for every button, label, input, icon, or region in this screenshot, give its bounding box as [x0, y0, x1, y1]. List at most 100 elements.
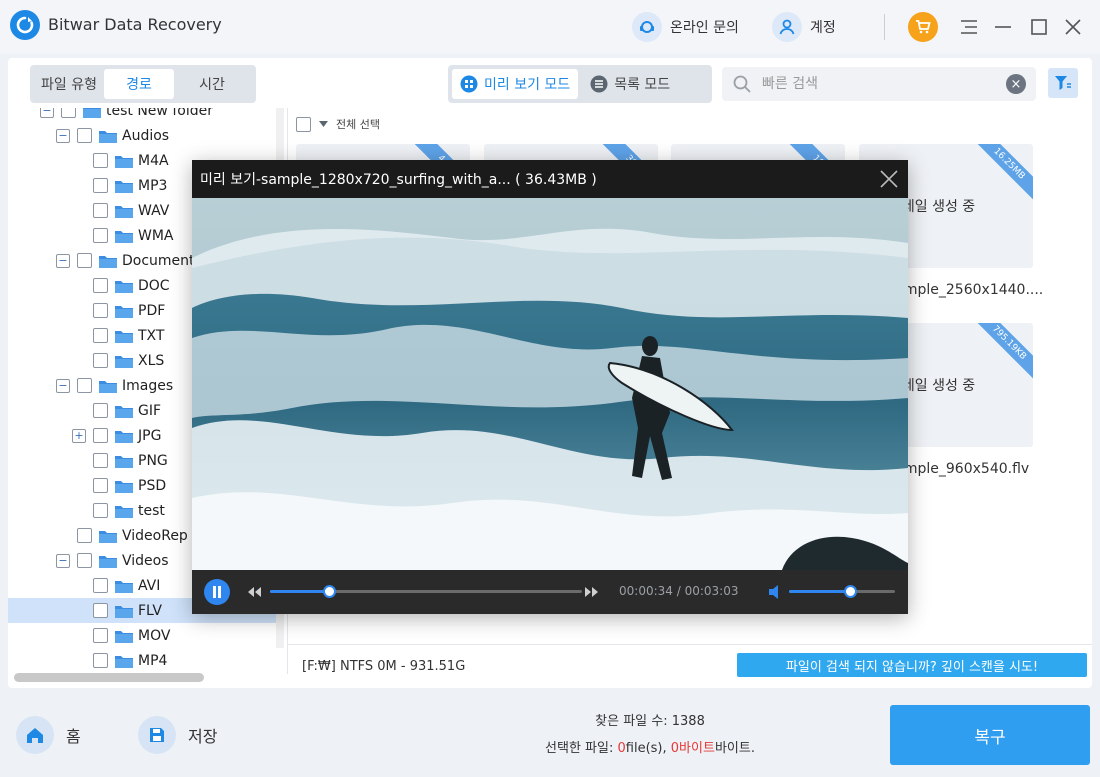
tree-checkbox[interactable]	[93, 628, 108, 643]
tree-checkbox[interactable]	[93, 503, 108, 518]
status-bar: [F:₩] NTFS 0M - 931.51G 파일이 검색 되지 않습니까? …	[288, 644, 1092, 688]
tree-item[interactable]: MOV	[8, 623, 278, 648]
expand-icon[interactable]: +	[72, 428, 86, 443]
volume-handle[interactable]	[844, 585, 858, 598]
tree-checkbox[interactable]	[93, 203, 108, 218]
tab-path[interactable]: 경로	[104, 69, 174, 99]
tree-checkbox[interactable]	[93, 178, 108, 193]
size-ribbon: 16.25MB	[967, 144, 1033, 206]
view-mode-toggle: 미리 보기 모드 목록 모드	[448, 65, 712, 103]
file-name: sample_2560x1440....	[888, 282, 1044, 298]
cart-icon[interactable]	[908, 12, 938, 42]
online-inquiry-label: 온라인 문의	[670, 20, 739, 36]
headset-icon	[632, 12, 662, 42]
folder-icon	[115, 305, 133, 318]
folder-icon	[115, 180, 133, 193]
tree-item-label: MP4	[138, 652, 168, 669]
tree-item-label: PNG	[138, 452, 168, 469]
tree-checkbox[interactable]	[77, 253, 92, 268]
tree-checkbox[interactable]	[61, 108, 76, 118]
filter-icon[interactable]	[1048, 68, 1078, 98]
collapse-icon[interactable]: −	[40, 108, 54, 118]
folder-icon	[99, 555, 117, 568]
tree-checkbox[interactable]	[93, 303, 108, 318]
close-icon[interactable]	[1062, 14, 1084, 40]
recover-button[interactable]: 복구	[890, 705, 1090, 765]
selected-bytes: 0바이트	[670, 741, 715, 756]
tree-item-label: Images	[122, 377, 174, 394]
collapse-icon[interactable]: −	[56, 253, 70, 268]
online-inquiry-button[interactable]: 온라인 문의	[632, 12, 739, 42]
deep-scan-button[interactable]: 파일이 검색 되지 않습니까? 깊이 스캔을 시도!	[737, 653, 1087, 677]
collapse-icon[interactable]: −	[56, 128, 70, 143]
tree-item-label: FLV	[138, 602, 162, 619]
tree-item[interactable]: − Audios	[8, 123, 278, 148]
folder-icon	[115, 205, 133, 218]
tree-checkbox[interactable]	[93, 578, 108, 593]
volume-icon[interactable]	[768, 585, 784, 599]
tree-checkbox[interactable]	[77, 128, 92, 143]
tree-checkbox[interactable]	[77, 553, 92, 568]
folder-icon	[115, 630, 133, 643]
collapse-icon[interactable]: −	[56, 553, 70, 568]
account-button[interactable]: 계정	[772, 12, 836, 42]
tree-checkbox[interactable]	[93, 153, 108, 168]
list-mode-button[interactable]: 목록 모드	[582, 69, 678, 99]
tree-checkbox[interactable]	[93, 403, 108, 418]
select-all[interactable]: 전체 선택	[296, 116, 380, 132]
tree-item-label: WMA	[138, 227, 174, 244]
app-title: Bitwar Data Recovery	[48, 15, 222, 34]
tree-checkbox[interactable]	[93, 278, 108, 293]
seek-progress	[270, 590, 330, 593]
tree-checkbox[interactable]	[77, 378, 92, 393]
folder-icon	[99, 130, 117, 143]
preview-mode-button[interactable]: 미리 보기 모드	[452, 69, 579, 99]
video-frame[interactable]	[192, 198, 908, 570]
tree-item-label: AVI	[138, 577, 161, 594]
search-icon	[733, 75, 751, 93]
tree-item[interactable]: MP4	[8, 648, 278, 673]
footer: 홈 저장 찾은 파일 수: 1388 선택한 파일: 0file(s), 0바이…	[0, 690, 1100, 777]
pause-button[interactable]	[204, 579, 230, 605]
folder-icon	[83, 108, 101, 118]
clear-search-icon[interactable]: ×	[1006, 74, 1026, 94]
search-box: ×	[722, 67, 1036, 101]
close-preview-icon[interactable]	[878, 168, 900, 190]
preview-dialog: 미리 보기-sample_1280x720_surfing_with_a... …	[192, 160, 908, 614]
tree-item[interactable]: − test New folder	[8, 108, 278, 123]
tree-horizontal-scrollbar[interactable]	[14, 673, 204, 682]
folder-icon	[115, 230, 133, 243]
tree-checkbox[interactable]	[93, 228, 108, 243]
tree-checkbox[interactable]	[93, 328, 108, 343]
tree-item-label: Audios	[122, 127, 170, 144]
select-all-checkbox[interactable]	[296, 116, 311, 132]
volume-level	[789, 590, 851, 593]
fast-forward-icon[interactable]	[584, 585, 600, 599]
home-button[interactable]: 홈	[16, 716, 81, 754]
minimize-icon[interactable]	[992, 14, 1014, 40]
folder-icon	[115, 430, 133, 443]
tree-checkbox[interactable]	[93, 478, 108, 493]
tab-time[interactable]: 시간	[174, 69, 250, 99]
folder-icon	[115, 405, 133, 418]
folder-icon	[99, 530, 117, 543]
tree-checkbox[interactable]	[93, 453, 108, 468]
maximize-icon[interactable]	[1028, 14, 1050, 40]
rewind-icon[interactable]	[246, 585, 262, 599]
folder-icon	[115, 605, 133, 618]
tree-checkbox[interactable]	[93, 428, 108, 443]
search-input[interactable]	[762, 76, 996, 92]
collapse-icon[interactable]: −	[56, 378, 70, 393]
tab-file-type[interactable]: 파일 유형	[34, 69, 104, 99]
playback-time: 00:00:34 / 00:03:03	[619, 584, 739, 598]
account-label: 계정	[810, 20, 836, 36]
tree-checkbox[interactable]	[77, 528, 92, 543]
tree-checkbox[interactable]	[93, 653, 108, 668]
tree-checkbox[interactable]	[93, 353, 108, 368]
save-button[interactable]: 저장	[138, 716, 217, 754]
pause-icon	[213, 586, 221, 598]
folder-icon	[115, 580, 133, 593]
menu-icon[interactable]	[958, 14, 980, 40]
tree-checkbox[interactable]	[93, 603, 108, 618]
seek-handle[interactable]	[323, 585, 337, 598]
